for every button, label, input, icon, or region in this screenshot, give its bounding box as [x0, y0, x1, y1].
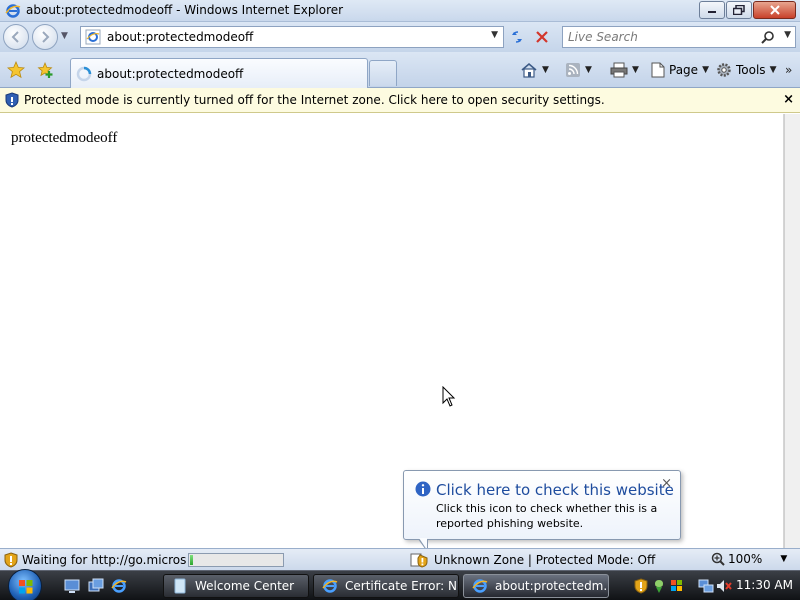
close-button[interactable]: [753, 1, 796, 19]
taskbar-item-label: about:protectedm...: [495, 579, 609, 593]
shield-icon: [5, 92, 19, 108]
refresh-icon: [512, 31, 522, 43]
minimize-icon: [708, 11, 716, 13]
page-text: protectedmodeoff: [11, 130, 118, 146]
minimize-button[interactable]: [699, 1, 725, 19]
phishing-filter-balloon[interactable]: Click here to check this website Click t…: [403, 470, 681, 540]
taskbar-item-label: Welcome Center: [195, 579, 295, 593]
forward-arrow-icon: [42, 31, 50, 43]
feeds-button[interactable]: ▼: [565, 61, 592, 79]
home-dropdown-arrow[interactable]: ▼: [542, 65, 549, 75]
feeds-dropdown-arrow[interactable]: ▼: [585, 65, 592, 75]
taskbar-item-certificate-error[interactable]: Certificate Error: N...: [313, 574, 459, 598]
balloon-text: Click this icon to check whether this is…: [436, 502, 658, 530]
status-text: Waiting for http://go.microsoft.com/fwli…: [22, 553, 186, 567]
search-dropdown[interactable]: ▼: [784, 30, 791, 40]
tab-label: about:protectedmodeoff: [97, 66, 244, 81]
taskbar: Welcome Center Certificate Error: N... a…: [0, 569, 800, 600]
forward-button[interactable]: [32, 24, 58, 50]
zoom-dropdown-arrow[interactable]: ▼: [780, 554, 787, 564]
tools-dropdown-arrow: ▼: [769, 65, 777, 75]
window-controls: [698, 1, 796, 19]
address-bar[interactable]: ▼: [80, 26, 504, 48]
ie-icon: [5, 4, 21, 18]
zoom-control[interactable]: 100% ▼: [711, 552, 787, 566]
ie-icon: [472, 579, 488, 593]
zoom-icon: [711, 552, 725, 566]
page-icon: [651, 62, 665, 78]
home-button[interactable]: ▼: [520, 61, 549, 79]
tab-command-bar: about:protectedmodeoff ▼ ▼ ▼ Page ▼ Tool…: [0, 52, 800, 88]
favorites-star-icon[interactable]: [7, 61, 25, 79]
back-arrow-icon: [11, 31, 19, 43]
windows-logo-icon: [19, 580, 33, 594]
maximize-icon: [733, 5, 745, 15]
taskbar-item-protected-mode[interactable]: about:protectedm...: [463, 574, 609, 598]
taskbar-item-label: Certificate Error: N...: [345, 579, 459, 593]
info-icon: [415, 481, 431, 497]
start-button[interactable]: [8, 569, 42, 600]
tools-menu-label: Tools: [736, 63, 766, 77]
security-alert-icon[interactable]: [634, 578, 648, 594]
status-bar: Waiting for http://go.microsoft.com/fwli…: [0, 548, 800, 570]
new-tab-button[interactable]: [369, 60, 397, 86]
gear-icon: [717, 63, 731, 77]
security-shield-icon: [4, 552, 18, 568]
information-bar-text[interactable]: Protected mode is currently turned off f…: [24, 93, 605, 107]
phishing-filter-icon[interactable]: [410, 552, 428, 568]
print-button[interactable]: ▼: [610, 61, 639, 79]
zone-status[interactable]: Unknown Zone | Protected Mode: Off: [434, 553, 655, 567]
home-icon: [521, 62, 537, 78]
information-bar-close-button[interactable]: ×: [783, 92, 794, 107]
system-tray: 11:30 AM: [626, 574, 800, 598]
network-icon[interactable]: [698, 578, 714, 594]
sidebar-icon[interactable]: [652, 578, 666, 594]
mouse-cursor-icon: [442, 386, 456, 407]
clock[interactable]: 11:30 AM: [736, 578, 793, 592]
window-title: about:protectedmodeoff - Windows Interne…: [26, 3, 344, 17]
stop-button[interactable]: [531, 26, 553, 48]
print-dropdown-arrow[interactable]: ▼: [632, 65, 639, 75]
tab-active[interactable]: about:protectedmodeoff: [70, 58, 368, 88]
page-dropdown-arrow: ▼: [702, 65, 709, 75]
progress-bar: [188, 553, 284, 567]
back-button[interactable]: [3, 24, 29, 50]
welcome-center-icon: [174, 578, 186, 594]
title-bar: about:protectedmodeoff - Windows Interne…: [0, 0, 800, 22]
close-icon: [769, 5, 780, 15]
address-input[interactable]: [107, 30, 477, 44]
taskbar-item-welcome-center[interactable]: Welcome Center: [163, 574, 309, 598]
balloon-title[interactable]: Click here to check this website: [436, 481, 674, 499]
ie-page-icon: [85, 29, 101, 45]
ie-icon: [322, 579, 338, 593]
search-icon[interactable]: [761, 30, 775, 44]
vertical-scrollbar[interactable]: [784, 114, 800, 548]
ie-quicklaunch-icon[interactable]: [111, 578, 127, 594]
tools-menu-button[interactable]: Tools ▼: [716, 61, 776, 79]
address-dropdown[interactable]: ▼: [491, 30, 498, 40]
show-desktop-icon[interactable]: [64, 578, 80, 594]
feeds-icon: [566, 63, 580, 77]
search-box[interactable]: ▼: [562, 26, 796, 48]
information-bar[interactable]: Protected mode is currently turned off f…: [0, 88, 800, 113]
refresh-button[interactable]: [506, 26, 528, 48]
balloon-close-button[interactable]: ×: [661, 476, 672, 491]
switch-windows-icon[interactable]: [88, 578, 104, 594]
loading-icon: [76, 66, 92, 81]
zoom-level: 100%: [728, 552, 763, 566]
page-menu-button[interactable]: Page ▼: [651, 61, 709, 79]
progress-bar-fill: [190, 555, 193, 565]
windows-defender-icon[interactable]: [670, 578, 684, 594]
more-commands-button[interactable]: »: [785, 61, 792, 79]
print-icon: [610, 62, 628, 78]
add-favorites-icon[interactable]: [36, 61, 54, 79]
recent-pages-dropdown[interactable]: ▼: [61, 31, 68, 41]
navigation-bar: ▼ ▼ ▼: [0, 22, 800, 52]
maximize-button[interactable]: [726, 1, 752, 19]
search-input[interactable]: [568, 30, 758, 44]
volume-muted-icon[interactable]: [716, 578, 732, 594]
page-menu-label: Page: [669, 63, 699, 77]
stop-icon: [536, 31, 548, 43]
